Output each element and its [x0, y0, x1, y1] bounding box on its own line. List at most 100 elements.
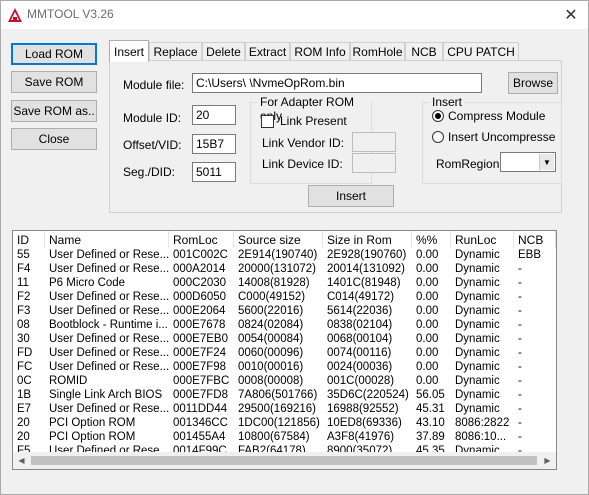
table-row[interactable]: E7 User Defined or Rese... 0011DD44 29500(1… — [13, 402, 556, 416]
column-header-name[interactable]: Name — [45, 231, 169, 248]
cell-id: 1B — [17, 389, 32, 401]
tab-insert[interactable]: Insert — [109, 40, 149, 62]
table-row[interactable]: FC User Defined or Rese... 000E7F98 0010(00… — [13, 360, 556, 374]
table-row[interactable]: 20 PCI Option ROM 001455A4 10800(67584) A3F8… — [13, 430, 556, 444]
insert-options-group: Insert Compress Module Insert Uncompress… — [422, 95, 562, 184]
cell-name: User Defined or Rese... — [49, 249, 169, 261]
cell-id: 30 — [17, 333, 30, 345]
cell-runloc: Dynamic — [455, 263, 500, 275]
table-row[interactable]: F3 User Defined or Rese... 000E2064 5600(22… — [13, 304, 556, 318]
close-button[interactable]: Close — [11, 128, 97, 150]
cell-source-size: 2E914(190740) — [238, 249, 318, 261]
table-row[interactable]: 20 PCI Option ROM 001346CC 1DC00(121856) 10E… — [13, 416, 556, 430]
cell-id: E7 — [17, 403, 32, 415]
tab-delete[interactable]: Delete — [202, 42, 245, 61]
insert-uncompressed-label: Insert Uncompresse — [448, 130, 556, 144]
tab-romhole[interactable]: RomHole — [350, 42, 405, 61]
scroll-thumb[interactable] — [31, 456, 537, 465]
cell-source-size: C000(49152) — [238, 291, 306, 303]
table-row[interactable]: 30 User Defined or Rese... 000E7EB0 0054(00… — [13, 332, 556, 346]
module-list[interactable]: ID Name RomLoc Source size Size in Rom %… — [12, 230, 557, 470]
cell-size-in-rom: 16988(92552) — [327, 403, 399, 415]
load-rom-button[interactable]: Load ROM — [11, 43, 97, 65]
cell-percent: 0.00 — [416, 319, 439, 331]
table-row[interactable]: 55 User Defined or Rese... 001C002C 2E914(1… — [13, 248, 556, 262]
cell-runloc: 8086:2822 — [455, 417, 510, 429]
cell-romloc: 000E7F98 — [173, 361, 227, 373]
cell-id: 55 — [17, 249, 30, 261]
tab-ncb[interactable]: NCB — [405, 42, 443, 61]
link-vendor-input[interactable] — [352, 132, 396, 152]
cell-source-size: 14008(81928) — [238, 277, 310, 289]
cell-size-in-rom: 1401C(81948) — [327, 277, 401, 289]
link-device-input[interactable] — [352, 153, 396, 173]
table-row[interactable]: 0C ROMID 000E7FBC 0008(00008) 001C(00028) 0.0… — [13, 374, 556, 388]
column-header-source-size[interactable]: Source size — [234, 231, 323, 248]
offset-vid-input[interactable]: 15B7 — [192, 134, 236, 154]
cell-size-in-rom: 0838(02104) — [327, 319, 393, 331]
cell-runloc: Dynamic — [455, 291, 500, 303]
insert-button[interactable]: Insert — [308, 185, 394, 207]
cell-source-size: 0010(00016) — [238, 361, 304, 373]
column-header-ncb[interactable]: NCB — [514, 231, 556, 248]
module-id-input[interactable]: 20 — [192, 105, 236, 125]
cell-percent: 45.31 — [416, 403, 445, 415]
cell-romloc: 0011DD44 — [173, 403, 228, 415]
cell-percent: 56.05 — [416, 389, 445, 401]
module-file-label: Module file: — [123, 78, 185, 92]
table-row[interactable]: 11 P6 Micro Code 000C2030 14008(81928) 1401C… — [13, 276, 556, 290]
module-id-label: Module ID: — [123, 111, 182, 125]
scroll-right-icon[interactable]: ▶ — [539, 452, 556, 469]
column-header-romloc[interactable]: RomLoc — [169, 231, 234, 248]
column-header-runloc[interactable]: RunLoc — [451, 231, 514, 248]
cell-id: FD — [17, 347, 33, 359]
cell-romloc: 000E7FBC — [173, 375, 230, 387]
table-row[interactable]: 1B Single Link Arch BIOS 000E7FD8 7A806(501… — [13, 388, 556, 402]
cell-size-in-rom: 5614(22036) — [327, 305, 393, 317]
cell-name: User Defined or Rese... — [49, 361, 169, 373]
romregion-label: RomRegion — [436, 157, 500, 171]
cell-romloc: 001455A4 — [173, 431, 226, 443]
insert-uncompressed-radio[interactable] — [432, 131, 444, 143]
tab-rom-info[interactable]: ROM Info — [290, 42, 350, 61]
column-header-id[interactable]: ID — [13, 231, 45, 248]
link-device-label: Link Device ID: — [262, 157, 343, 171]
chevron-down-icon[interactable]: ▼ — [539, 154, 554, 170]
cell-id: F2 — [17, 291, 31, 303]
compress-module-radio[interactable] — [432, 110, 444, 122]
cell-size-in-rom: 2E928(190760) — [327, 249, 407, 261]
cell-size-in-rom: C014(49172) — [327, 291, 395, 303]
cell-name: User Defined or Rese... — [49, 403, 169, 415]
cell-romloc: 001346CC — [173, 417, 228, 429]
table-row[interactable]: F4 User Defined or Rese... 000A2014 20000(1… — [13, 262, 556, 276]
module-file-input[interactable]: C:\Users\ \NvmeOpRom.bin — [192, 73, 482, 93]
cell-size-in-rom: 0024(00036) — [327, 361, 393, 373]
close-icon[interactable]: ✕ — [554, 1, 588, 29]
table-row[interactable]: FD User Defined or Rese... 000E7F24 0060(00… — [13, 346, 556, 360]
cell-ncb: - — [518, 319, 522, 331]
table-row[interactable]: F2 User Defined or Rese... 000D6050 C000(49… — [13, 290, 556, 304]
cell-source-size: 29500(169216) — [238, 403, 317, 415]
cell-name: Single Link Arch BIOS — [49, 389, 163, 401]
save-rom-button[interactable]: Save ROM — [11, 71, 97, 93]
table-row[interactable]: 08 Bootblock - Runtime i... 000E7678 0824(0… — [13, 318, 556, 332]
column-header-size-in-rom[interactable]: Size in Rom — [323, 231, 412, 248]
cell-ncb: - — [518, 333, 522, 345]
cell-name: User Defined or Rese... — [49, 305, 169, 317]
tab-replace[interactable]: Replace — [149, 42, 202, 61]
browse-button[interactable]: Browse — [508, 72, 558, 94]
cell-ncb: - — [518, 417, 522, 429]
column-header-percent[interactable]: %% — [412, 231, 451, 248]
save-rom-as-button[interactable]: Save ROM as.. — [11, 100, 97, 122]
insert-tab-panel: Module file: C:\Users\ \NvmeOpRom.bin Br… — [109, 60, 562, 213]
scroll-left-icon[interactable]: ◀ — [13, 452, 30, 469]
cell-percent: 0.00 — [416, 291, 439, 303]
link-present-checkbox[interactable] — [261, 115, 274, 128]
romregion-select[interactable]: ▼ — [500, 152, 556, 172]
cell-name: PCI Option ROM — [49, 417, 136, 429]
horizontal-scrollbar[interactable]: ◀ ▶ — [13, 452, 556, 469]
tab-cpu-patch[interactable]: CPU PATCH — [443, 42, 519, 61]
cell-romloc: 001C002C — [173, 249, 228, 261]
tab-extract[interactable]: Extract — [245, 42, 290, 61]
seg-did-input[interactable]: 5011 — [192, 162, 236, 182]
